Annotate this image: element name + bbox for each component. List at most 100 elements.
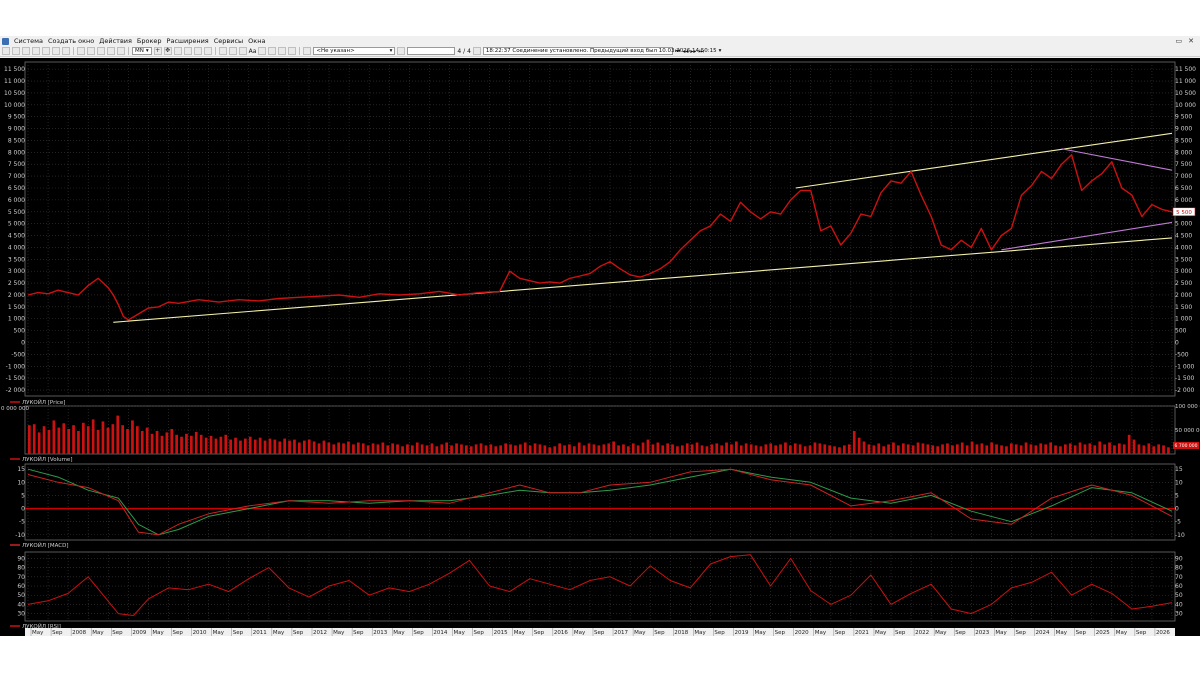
- volume-bar: [902, 443, 905, 454]
- arrow-icon[interactable]: [258, 47, 267, 55]
- fibonacci-icon[interactable]: [238, 47, 247, 55]
- chevron-down-icon: ▾: [389, 47, 393, 54]
- menu-actions[interactable]: Действия: [99, 36, 132, 46]
- volume-bar: [1137, 444, 1141, 454]
- portfolio-icon[interactable]: [22, 47, 30, 55]
- prev-page-icon[interactable]: ◂◂: [682, 47, 688, 56]
- status-field[interactable]: 18:22:37 Соединение установлено. Предыду…: [482, 47, 721, 55]
- price-legend-label: ЛУКОЙЛ [Price]: [22, 399, 65, 406]
- y-tick-right: 5 000: [1175, 221, 1192, 228]
- first-page-icon[interactable]: ⏮: [675, 47, 680, 56]
- y-tick-left: -2 000: [6, 387, 26, 394]
- volume-bar: [705, 446, 709, 454]
- menu-extensions[interactable]: Расширения: [167, 36, 209, 46]
- pencil-icon[interactable]: [193, 47, 202, 55]
- zoom-in-icon[interactable]: [173, 47, 182, 55]
- menu-broker[interactable]: Брокер: [137, 36, 162, 46]
- chart-icon[interactable]: [77, 47, 85, 55]
- macd-line: [27, 468, 1173, 536]
- open-icon[interactable]: [12, 47, 20, 55]
- volume-bar: [990, 442, 993, 454]
- x-axis-label: Sep: [895, 630, 906, 636]
- violet-resistance-line: [1061, 148, 1173, 171]
- volume-bar: [455, 443, 458, 454]
- paint-icon[interactable]: [278, 47, 287, 55]
- magnet-icon[interactable]: [288, 47, 297, 55]
- candles-icon[interactable]: [107, 47, 115, 55]
- zoom-out-icon[interactable]: [183, 47, 192, 55]
- volume-bar: [607, 443, 611, 454]
- hand-icon[interactable]: [203, 47, 212, 55]
- volume-bar: [1147, 443, 1151, 454]
- y-tick-left: 80: [17, 565, 25, 572]
- channel-icon[interactable]: [228, 47, 237, 55]
- timeframe-select[interactable]: MN ▾: [132, 47, 152, 55]
- font-button[interactable]: Aa: [249, 47, 257, 56]
- trendline-icon[interactable]: [218, 47, 227, 55]
- volume-bar: [577, 442, 581, 454]
- y-tick-left: 7 000: [8, 173, 25, 180]
- quotes-icon[interactable]: [62, 47, 70, 55]
- volume-bar: [985, 445, 989, 454]
- crosshair-icon[interactable]: +: [153, 47, 162, 55]
- y-tick-left: 10 000: [4, 102, 25, 109]
- volume-last-value: 6 700 000: [1175, 443, 1198, 449]
- marker-icon[interactable]: [268, 47, 277, 55]
- volume-bar: [887, 444, 890, 454]
- chart-area[interactable]: 11 500 11 500 11 000 11 000 10 500 10 500 10 0…: [0, 58, 1200, 636]
- chart-canvas[interactable]: 11 500 11 50011 000 11 00010 500 10 50010 0…: [0, 58, 1200, 636]
- x-axis-label: May: [514, 630, 526, 636]
- x-axis-label: Sep: [955, 630, 966, 636]
- news-icon[interactable]: [87, 47, 95, 55]
- menu-system[interactable]: Система: [14, 36, 43, 46]
- bar-chart-icon[interactable]: [97, 47, 105, 55]
- volume-bar: [975, 444, 979, 454]
- search-icon[interactable]: [397, 47, 406, 55]
- price-last-value: 5 500: [1176, 210, 1192, 216]
- close-icon[interactable]: ✕: [1188, 36, 1194, 46]
- volume-bar: [813, 442, 817, 454]
- volume-bar: [352, 444, 355, 454]
- volume-bar: [347, 441, 350, 454]
- y-tick-right: 2 500: [1175, 280, 1192, 287]
- volume-bar: [106, 427, 110, 454]
- y-tick-left: 11 000: [4, 78, 25, 85]
- volume-bar: [420, 444, 424, 454]
- volume-bar: [101, 421, 105, 454]
- move-icon[interactable]: ✥: [163, 47, 172, 55]
- line-chart-icon[interactable]: [117, 47, 125, 55]
- trades-icon[interactable]: [42, 47, 50, 55]
- x-axis-label: May: [92, 630, 104, 636]
- new-file-icon[interactable]: [2, 47, 10, 55]
- volume-bar: [131, 420, 134, 454]
- volume-bar: [1122, 444, 1126, 454]
- volume-bar: [1024, 442, 1028, 454]
- x-axis-label: 2011: [253, 630, 267, 636]
- volume-bar: [843, 445, 846, 454]
- next-page-icon[interactable]: ▸▸: [690, 47, 696, 56]
- x-axis-label: Sep: [353, 630, 364, 636]
- last-page-icon[interactable]: ⏭: [698, 47, 703, 56]
- table-icon[interactable]: [52, 47, 60, 55]
- search-field[interactable]: [407, 47, 456, 55]
- volume-bar: [808, 445, 812, 454]
- volume-bar: [533, 443, 537, 454]
- volume-bar: [941, 444, 944, 454]
- menu-new-window[interactable]: Создать окно: [48, 36, 94, 46]
- x-axis-label: Sep: [775, 630, 786, 636]
- volume-bar: [283, 438, 286, 454]
- volume-bar: [425, 445, 429, 454]
- rsi-line: [27, 554, 1173, 616]
- account-select[interactable]: <Не указан> ▾: [313, 47, 396, 55]
- x-axis-label: 2025: [1096, 630, 1110, 636]
- volume-bar: [769, 443, 773, 454]
- orders-icon[interactable]: [32, 47, 40, 55]
- y-tick-right: -2 000: [1175, 387, 1195, 394]
- volume-bar: [116, 415, 120, 454]
- restore-icon[interactable]: ▭: [1176, 36, 1183, 46]
- volume-bar: [224, 434, 228, 454]
- app-icon: [2, 37, 9, 45]
- menu-services[interactable]: Сервисы: [214, 36, 243, 46]
- x-axis-label: Sep: [714, 630, 725, 636]
- menu-windows[interactable]: Окна: [248, 36, 265, 46]
